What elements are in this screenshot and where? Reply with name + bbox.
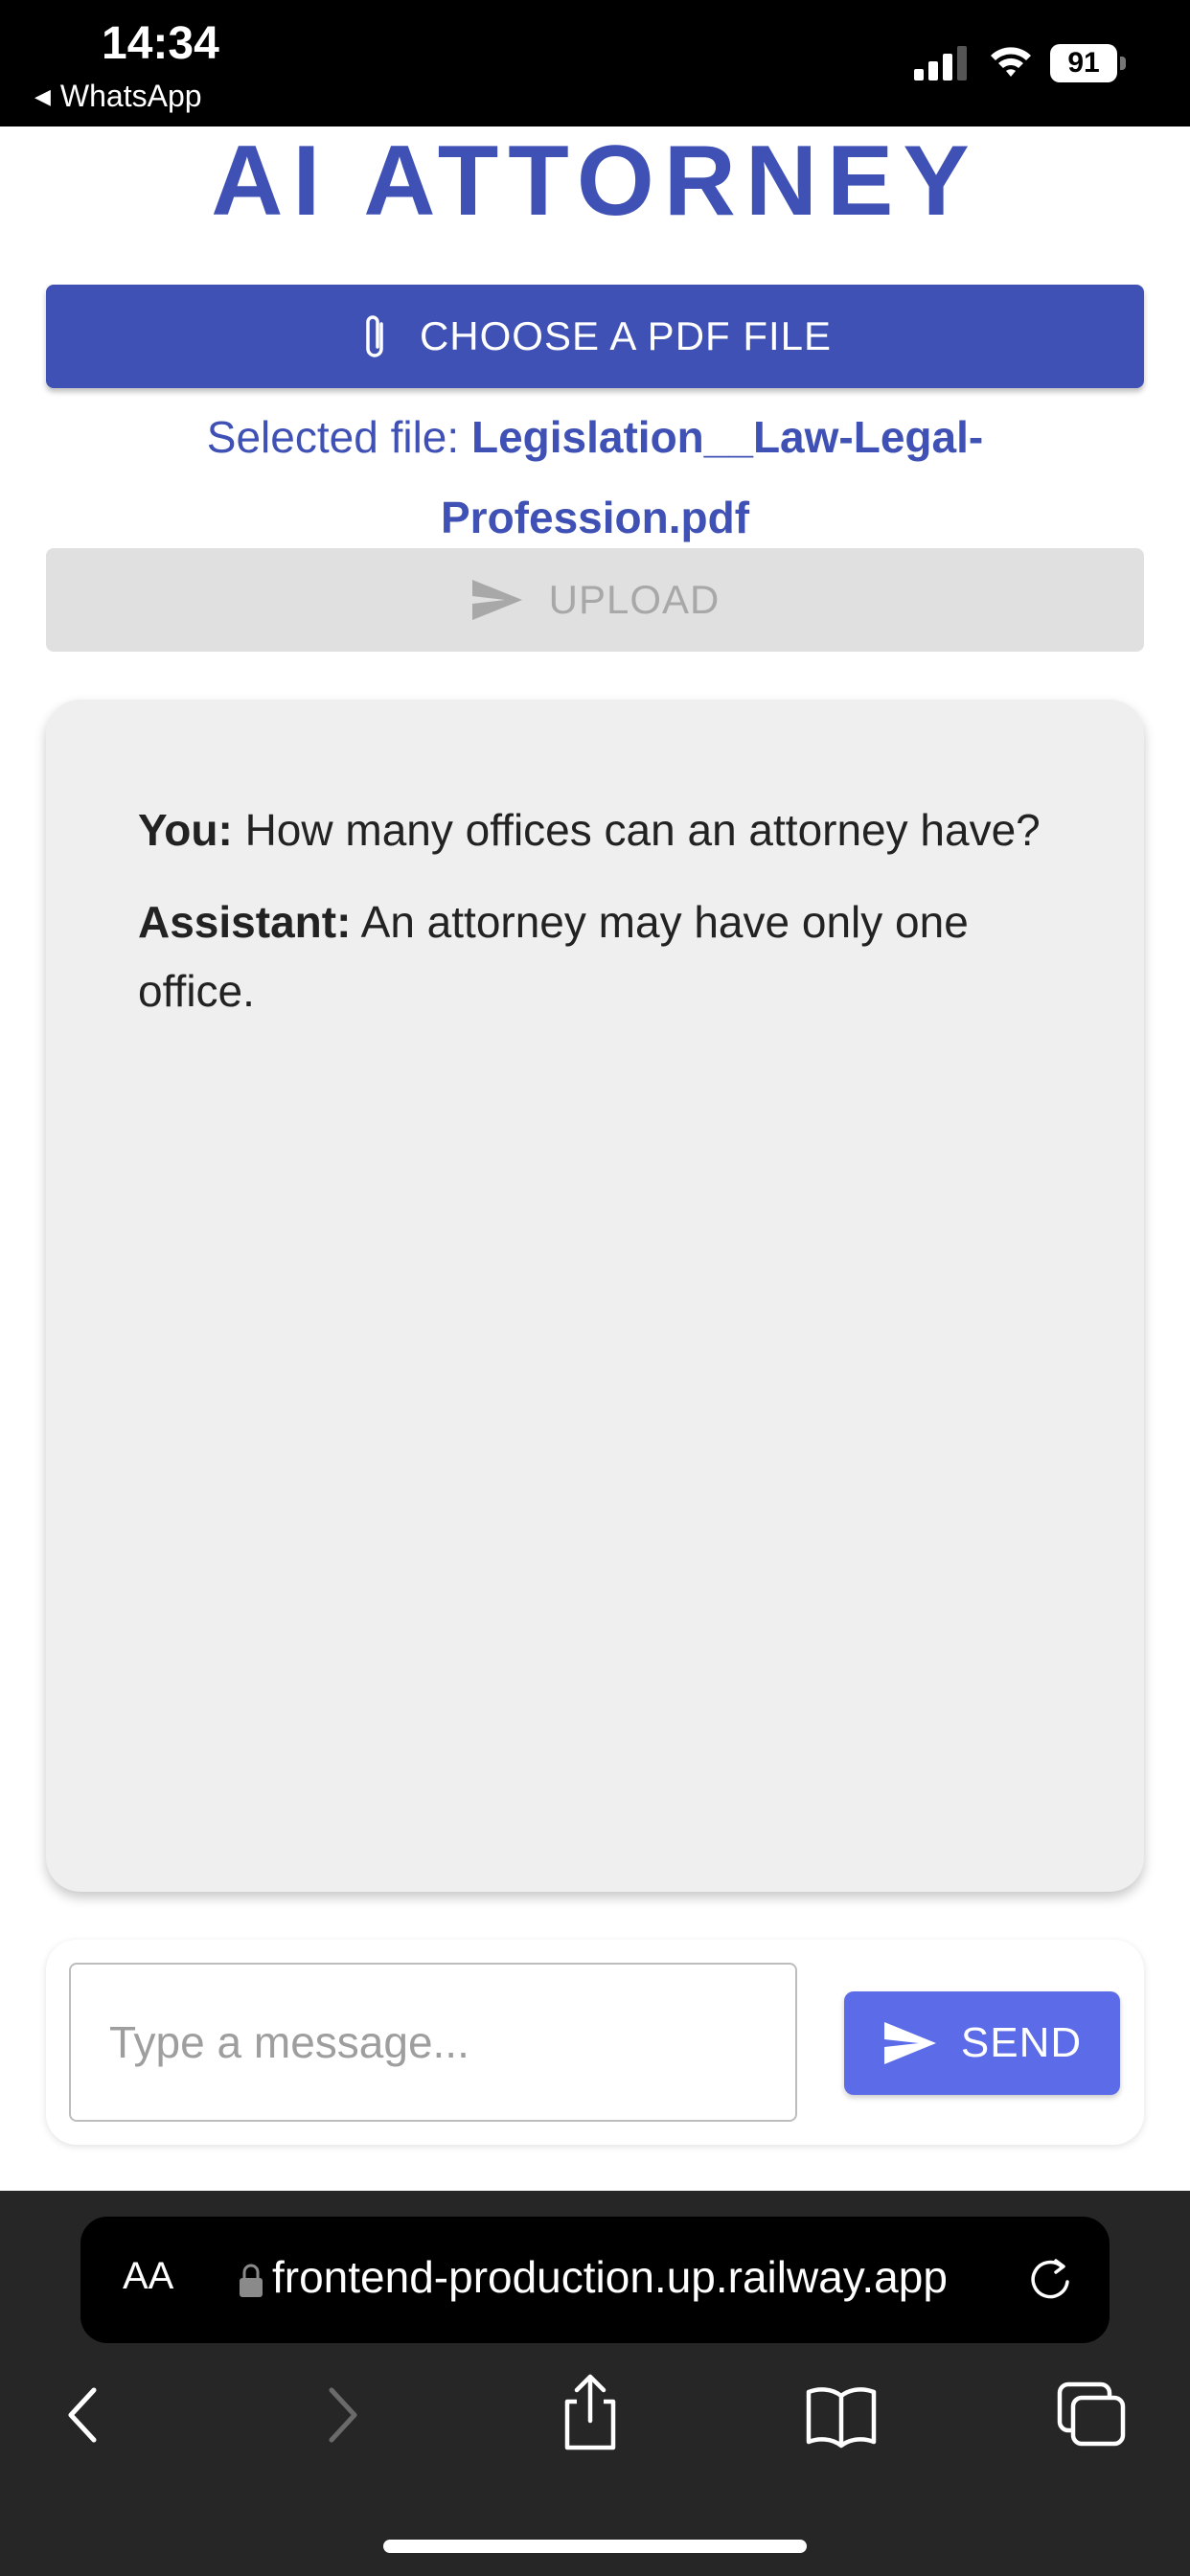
tabs-icon[interactable]: [1054, 2380, 1131, 2450]
back-triangle-icon: ◀: [34, 83, 51, 108]
send-icon: [883, 2022, 936, 2064]
battery-level: 91: [1050, 44, 1117, 82]
message-input[interactable]: [69, 1963, 797, 2122]
choose-pdf-label: CHOOSE A PDF FILE: [419, 313, 833, 358]
wifi-icon: [991, 47, 1031, 77]
battery-icon: 91: [1050, 44, 1129, 82]
text-size-button[interactable]: AA: [123, 2255, 173, 2298]
reload-icon[interactable]: [1023, 2253, 1077, 2307]
message-sender: You:: [138, 805, 233, 855]
chat-message-user: You: How many offices can an attorney ha…: [138, 795, 1052, 864]
message-composer: SEND: [46, 1940, 1144, 2145]
back-app-label: WhatsApp: [59, 79, 202, 113]
back-to-app-link[interactable]: ◀ WhatsApp: [34, 79, 202, 114]
send-button[interactable]: SEND: [844, 1991, 1120, 2095]
paperclip-icon: [366, 315, 383, 357]
chat-panel[interactable]: You: How many offices can an attorney ha…: [46, 700, 1144, 1892]
bookmarks-icon[interactable]: [803, 2380, 880, 2450]
selected-file-info: Selected file: Legislation__Law-Legal-Pr…: [115, 397, 1075, 558]
home-indicator: [383, 2540, 807, 2553]
message-text: How many offices can an attorney have?: [232, 805, 1041, 855]
page-title: AI ATTORNEY: [211, 126, 979, 237]
message-sender: Assistant:: [138, 897, 352, 947]
status-bar: 14:34 ◀ WhatsApp 91: [0, 0, 1190, 126]
selected-file-name: Legislation__Law-Legal-Profession.pdf: [440, 412, 984, 542]
back-icon[interactable]: [46, 2380, 123, 2450]
status-time: 14:34: [102, 18, 219, 69]
forward-icon[interactable]: [303, 2380, 379, 2450]
send-icon: [471, 580, 522, 620]
send-label: SEND: [960, 2019, 1083, 2066]
lock-icon: [240, 2264, 263, 2297]
upload-button[interactable]: UPLOAD: [46, 548, 1144, 652]
share-icon[interactable]: [552, 2371, 629, 2451]
signal-icon: [914, 46, 967, 80]
selected-file-prefix: Selected file:: [206, 412, 471, 462]
choose-pdf-button[interactable]: CHOOSE A PDF FILE: [46, 285, 1144, 388]
url-text[interactable]: frontend-production.up.railway.app: [272, 2251, 1056, 2303]
upload-label: UPLOAD: [548, 577, 721, 622]
address-bar[interactable]: AA frontend-production.up.railway.app: [80, 2217, 1110, 2343]
chat-message-assistant: Assistant: An attorney may have only one…: [138, 887, 1052, 1025]
